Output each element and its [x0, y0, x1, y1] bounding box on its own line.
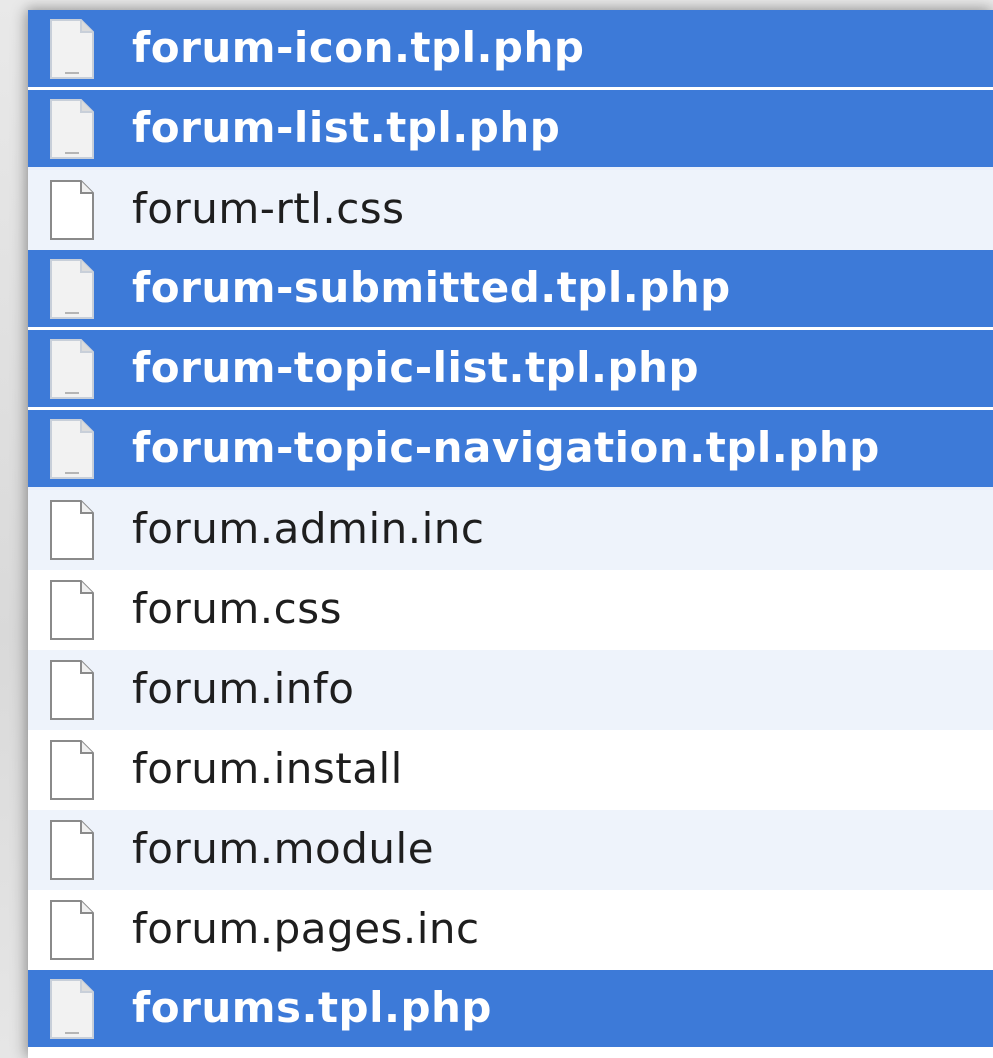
- file-row[interactable]: forum.info: [28, 650, 993, 730]
- file-row[interactable]: forum.css: [28, 570, 993, 650]
- document-icon: [46, 177, 98, 243]
- document-icon: [46, 817, 98, 883]
- file-row[interactable]: forum.admin.inc: [28, 490, 993, 570]
- file-row[interactable]: forum-list.tpl.php: [28, 90, 993, 170]
- document-icon: [46, 416, 98, 482]
- file-name: forums.tpl.php: [132, 982, 492, 1032]
- document-icon: [46, 256, 98, 322]
- document-icon: [46, 976, 98, 1042]
- file-name: forum.install: [132, 744, 403, 793]
- document-icon: [46, 737, 98, 803]
- file-list[interactable]: forum-icon.tpl.php forum-list.tpl.php fo…: [28, 10, 993, 1058]
- file-name: forum-list.tpl.php: [132, 102, 561, 152]
- file-row[interactable]: forum-topic-navigation.tpl.php: [28, 410, 993, 490]
- document-icon: [46, 16, 98, 82]
- file-row[interactable]: forum.install: [28, 730, 993, 810]
- file-name: forum.info: [132, 664, 355, 713]
- document-icon: [46, 577, 98, 643]
- document-icon: [46, 336, 98, 402]
- document-icon: [46, 897, 98, 963]
- file-name: forum-submitted.tpl.php: [132, 262, 731, 312]
- file-row[interactable]: forum-icon.tpl.php: [28, 10, 993, 90]
- file-name: forum-icon.tpl.php: [132, 22, 585, 72]
- file-row[interactable]: forum.module: [28, 810, 993, 890]
- file-name: forum.admin.inc: [132, 504, 485, 553]
- file-row[interactable]: forum-rtl.css: [28, 170, 993, 250]
- file-row[interactable]: forum-submitted.tpl.php: [28, 250, 993, 330]
- file-name: forum.css: [132, 584, 342, 633]
- document-icon: [46, 657, 98, 723]
- document-icon: [46, 96, 98, 162]
- file-row[interactable]: forum-topic-list.tpl.php: [28, 330, 993, 410]
- document-icon: [46, 497, 98, 563]
- file-name: forum-topic-list.tpl.php: [132, 342, 700, 392]
- file-name: forum.pages.inc: [132, 904, 480, 953]
- file-name: forum-rtl.css: [132, 184, 405, 233]
- file-name: forum-topic-navigation.tpl.php: [132, 422, 880, 472]
- file-row[interactable]: forums.tpl.php: [28, 970, 993, 1050]
- file-name: forum.module: [132, 824, 435, 873]
- file-row[interactable]: forum.pages.inc: [28, 890, 993, 970]
